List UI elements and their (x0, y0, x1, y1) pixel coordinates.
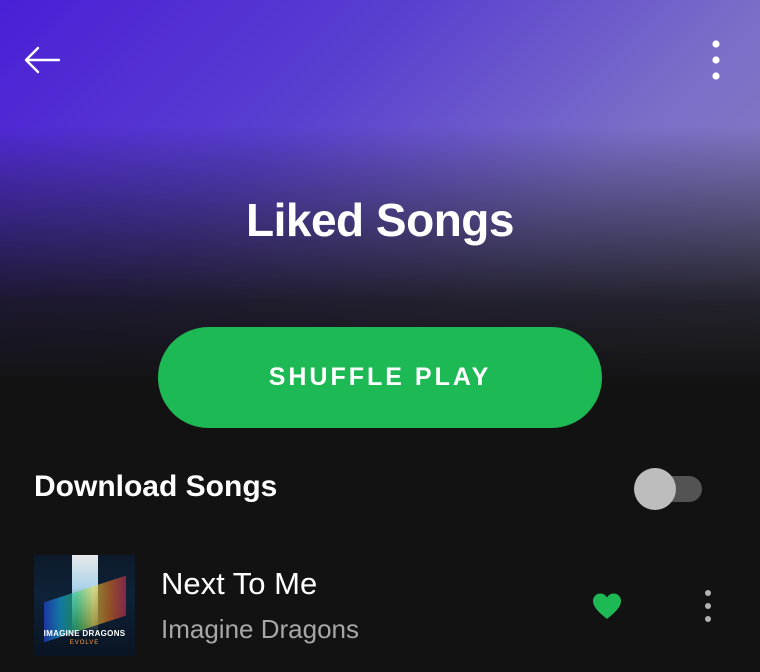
album-art: IMAGINE DRAGONS EVOLVE (34, 555, 135, 656)
album-art-text: IMAGINE DRAGONS (43, 629, 126, 638)
album-art-subtext: EVOLVE (69, 640, 100, 646)
track-artist: Imagine Dragons (161, 614, 359, 644)
more-options-button[interactable] (696, 38, 736, 82)
track-row[interactable]: IMAGINE DRAGONS EVOLVE Next To Me Imagin… (0, 548, 760, 658)
download-songs-row: Download Songs (34, 462, 714, 514)
download-songs-label: Download Songs (34, 470, 278, 503)
page-title: Liked Songs (246, 194, 514, 246)
download-toggle[interactable] (634, 466, 702, 510)
like-button[interactable] (586, 586, 628, 626)
heart-filled-icon (593, 593, 621, 619)
shuffle-play-button[interactable]: SHUFFLE PLAY (158, 327, 602, 428)
back-button[interactable] (22, 40, 62, 80)
track-more-button[interactable] (690, 586, 726, 626)
toggle-knob (634, 468, 676, 510)
vertical-dots-icon (705, 590, 711, 622)
track-title: Next To Me (161, 566, 318, 601)
vertical-dots-icon (712, 40, 720, 80)
arrow-left-icon (24, 46, 61, 74)
